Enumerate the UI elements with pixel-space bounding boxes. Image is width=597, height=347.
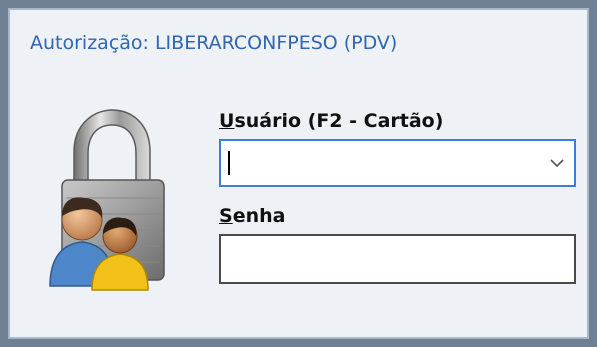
username-label-text: suário (F2 - Cartão) (234, 110, 444, 132)
password-input[interactable] (221, 236, 574, 282)
dialog-title: Autorização: LIBERARCONFPESO (PDV) (30, 32, 398, 54)
username-label-accelerator: U (219, 110, 235, 132)
username-input[interactable] (221, 141, 541, 185)
chevron-down-icon[interactable] (548, 155, 566, 171)
password-label-text: enha (232, 205, 286, 227)
password-label-accelerator: S (219, 205, 233, 227)
username-combobox[interactable] (219, 139, 576, 187)
password-label: Senha (219, 205, 285, 227)
username-label: Usuário (F2 - Cartão) (219, 110, 443, 132)
password-field[interactable] (219, 234, 576, 284)
text-caret (228, 151, 230, 175)
padlock-users-icon (49, 109, 165, 291)
